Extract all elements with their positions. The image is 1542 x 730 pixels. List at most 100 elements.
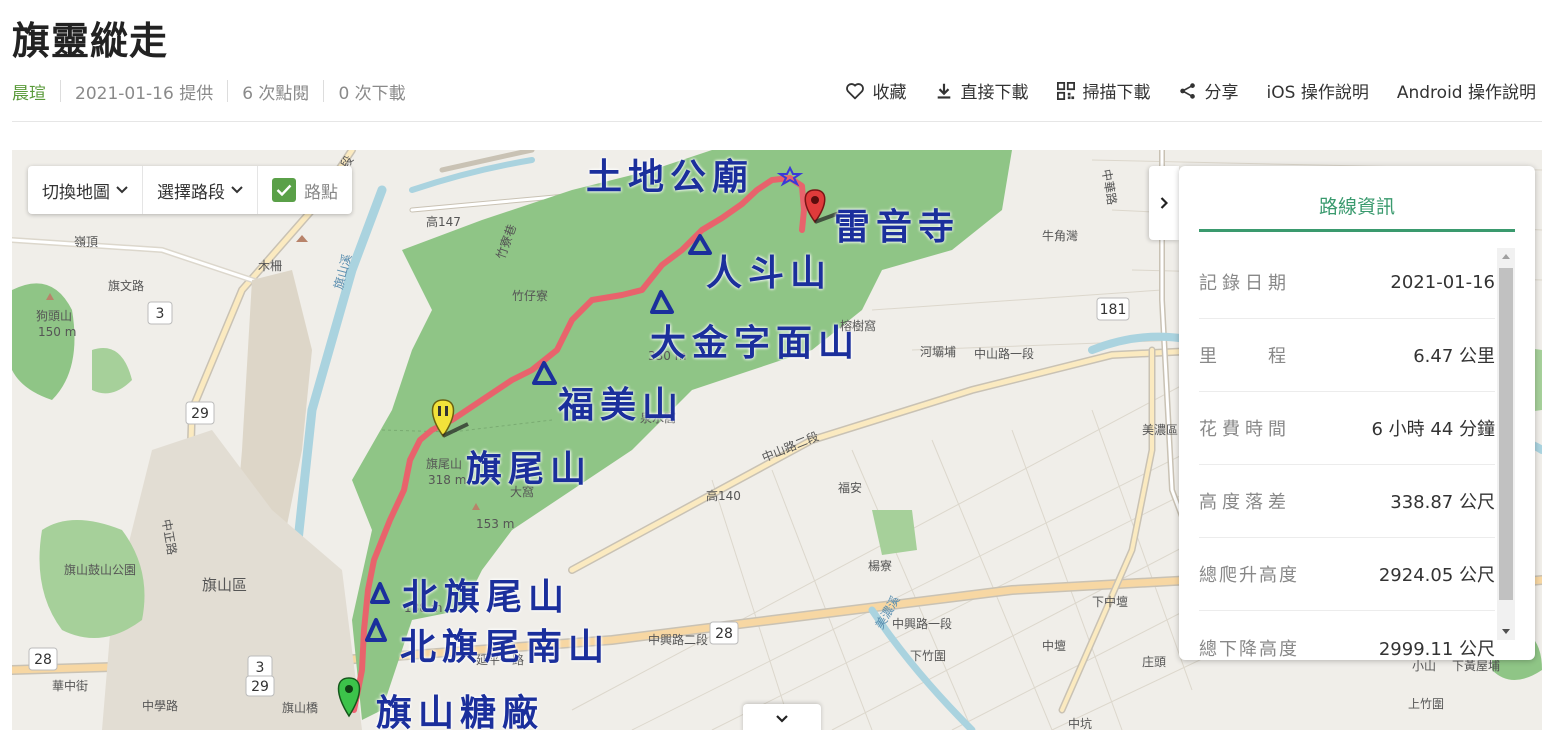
scan-download-label: 掃描下載 [1082, 83, 1151, 103]
annotation-ren-dou: 人斗山 [706, 252, 833, 294]
direct-download-button[interactable]: 直接下載 [935, 78, 1029, 103]
label-zhong-tan: 中壇 [1042, 638, 1066, 653]
peak-icon [296, 235, 308, 242]
annotation-leiyin: 雷音寺 [834, 206, 961, 248]
label-niu-jiao-wan: 牛角灣 [1042, 228, 1078, 243]
label-fu-an: 福安 [838, 480, 862, 495]
qr-code-icon [1056, 81, 1075, 100]
label-zhong-shan-rd1: 中山路一段 [974, 346, 1034, 361]
info-row-date: 記錄日期 2021-01-16 [1199, 246, 1495, 319]
favorite-button[interactable]: 收藏 [845, 78, 907, 103]
checkbox[interactable] [272, 178, 296, 202]
info-value: 2999.11 公尺 [1378, 638, 1495, 660]
tab-route-info[interactable]: 路線資訊 [1199, 192, 1515, 232]
divider [323, 80, 325, 102]
scan-download-button[interactable]: 掃描下載 [1056, 78, 1151, 103]
hill-forest [92, 348, 132, 394]
android-guide-link[interactable]: Android 操作說明 [1397, 78, 1536, 103]
header-divider [12, 121, 1542, 122]
android-guide-label: Android 操作說明 [1396, 83, 1536, 103]
waypoints-label: 路點 [304, 182, 338, 203]
divider [227, 80, 229, 102]
chevron-down-icon [231, 186, 243, 194]
info-row-distance: 里 程 6.47 公里 [1199, 319, 1495, 392]
switch-map-dropdown[interactable]: 切換地圖 [28, 166, 143, 214]
waypoints-toggle[interactable]: 路點 [258, 166, 352, 214]
info-row-elevation-range: 高度落差 338.87 公尺 [1199, 465, 1495, 538]
share-button[interactable]: 分享 [1179, 78, 1239, 103]
route-3-south: 3 [256, 660, 265, 676]
label-zhong-shan-rd2: 中山路二段 [760, 428, 821, 464]
label-gou-tou-shan: 狗頭山 [36, 309, 72, 323]
annotation-bei-qi-wei: 北旗尾山 [402, 576, 571, 618]
action-bar: 收藏 直接下載 掃描下載 分享 iOS 操作說明 Android 操作說明 [817, 78, 1536, 103]
label-qi-shan-qu: 旗山區 [202, 576, 247, 594]
page-title: 旗靈縱走 [12, 19, 169, 63]
route-3: 3 [156, 306, 165, 322]
info-scrollbar[interactable] [1497, 248, 1515, 640]
label-hua-zhong-jie: 華中街 [52, 678, 88, 693]
track-map[interactable]: 3 29 28 28 181 3 29 高147 嶺頂 木柵 狗頭山 150 m… [12, 150, 1542, 730]
chevron-down-icon [116, 186, 128, 194]
label-qi-gu-shan: 旗山鼓山公園 [64, 562, 136, 577]
label-zhong-xue-rd: 中學路 [142, 698, 178, 713]
check-icon [276, 184, 292, 196]
download-count: 0 次下載 [338, 83, 406, 104]
scroll-thumb[interactable] [1499, 268, 1513, 600]
label-gao147: 高147 [426, 214, 461, 229]
info-key: 花費時間 [1199, 419, 1291, 440]
label-qi-wen-rd: 旗文路 [108, 278, 144, 293]
route-29: 29 [191, 406, 209, 422]
panel-collapse-button[interactable] [1149, 166, 1179, 240]
chevron-right-icon [1160, 197, 1168, 209]
annotation-fu-mei: 福美山 [558, 384, 685, 426]
divider [60, 80, 61, 102]
info-key: 總爬升高度 [1199, 565, 1299, 586]
route-info-panel: 路線資訊 記錄日期 2021-01-16 里 程 6.47 公里 花費時間 6 … [1179, 166, 1535, 660]
elevation-panel-toggle[interactable] [743, 704, 821, 730]
select-segment-dropdown[interactable]: 選擇路段 [143, 166, 258, 214]
label-ling-ding: 嶺頂 [74, 235, 98, 249]
map-toolbar: 切換地圖 選擇路段 路點 [28, 166, 352, 214]
park-forest [39, 520, 145, 638]
label-qi-wei-small: 旗尾山 [426, 456, 462, 471]
ios-guide-link[interactable]: iOS 操作說明 [1267, 78, 1369, 103]
label-qi-shan-bridge: 旗山橋 [282, 700, 318, 715]
route-info-list: 記錄日期 2021-01-16 里 程 6.47 公里 花費時間 6 小時 44… [1199, 246, 1495, 684]
select-segment-label: 選擇路段 [157, 182, 225, 203]
info-key: 里 程 [1199, 346, 1291, 367]
info-value: 6.47 公里 [1413, 346, 1495, 367]
label-zhong-hua-rd: 中華路 [1099, 168, 1120, 206]
view-count: 6 次點閱 [242, 83, 310, 104]
favorite-label: 收藏 [872, 83, 907, 103]
annotation-sugar-factory: 旗山糖廠 [376, 692, 545, 730]
scroll-up-arrow[interactable] [1502, 254, 1510, 259]
annotation-temple: 土地公廟 [586, 156, 755, 198]
author-link[interactable]: 晨瑄 [12, 79, 46, 104]
info-row-total-descent: 總下降高度 2999.11 公尺 [1199, 611, 1495, 684]
info-row-total-ascent: 總爬升高度 2924.05 公尺 [1199, 538, 1495, 611]
ios-guide-label: iOS 操作說明 [1266, 83, 1369, 103]
info-value: 2924.05 公尺 [1378, 565, 1495, 586]
info-row-duration: 花費時間 6 小時 44 分鐘 [1199, 392, 1495, 465]
annotation-qi-wei: 旗尾山 [466, 448, 593, 490]
route-29-south: 29 [251, 679, 269, 695]
scroll-down-arrow[interactable] [1502, 629, 1510, 634]
label-qi-wei-elev: 318 m [428, 473, 466, 487]
label-elev153: 153 m [476, 517, 514, 531]
info-key: 記錄日期 [1199, 273, 1291, 294]
label-zhuang-tou: 庄頭 [1142, 654, 1166, 669]
date-provided: 2021-01-16 提供 [75, 83, 214, 104]
route-28: 28 [34, 652, 52, 668]
label-zhong-xing-rd1: 中興路一段 [892, 616, 952, 631]
label-xia-zhong-tan: 下中壇 [1092, 594, 1128, 609]
info-value: 338.87 公尺 [1390, 492, 1495, 513]
label-shang-zhu-wei: 上竹圍 [1408, 697, 1444, 711]
share-icon [1179, 82, 1195, 99]
label-xia-zhu-wei: 下竹圍 [910, 649, 946, 663]
label-zhong-xing-rd2: 中興路二段 [648, 632, 708, 647]
hill-forest [872, 510, 917, 555]
info-value: 2021-01-16 [1390, 271, 1495, 293]
annotation-bei-qi-wei-nan: 北旗尾南山 [400, 626, 611, 668]
label-yang-liao: 楊寮 [868, 558, 892, 573]
